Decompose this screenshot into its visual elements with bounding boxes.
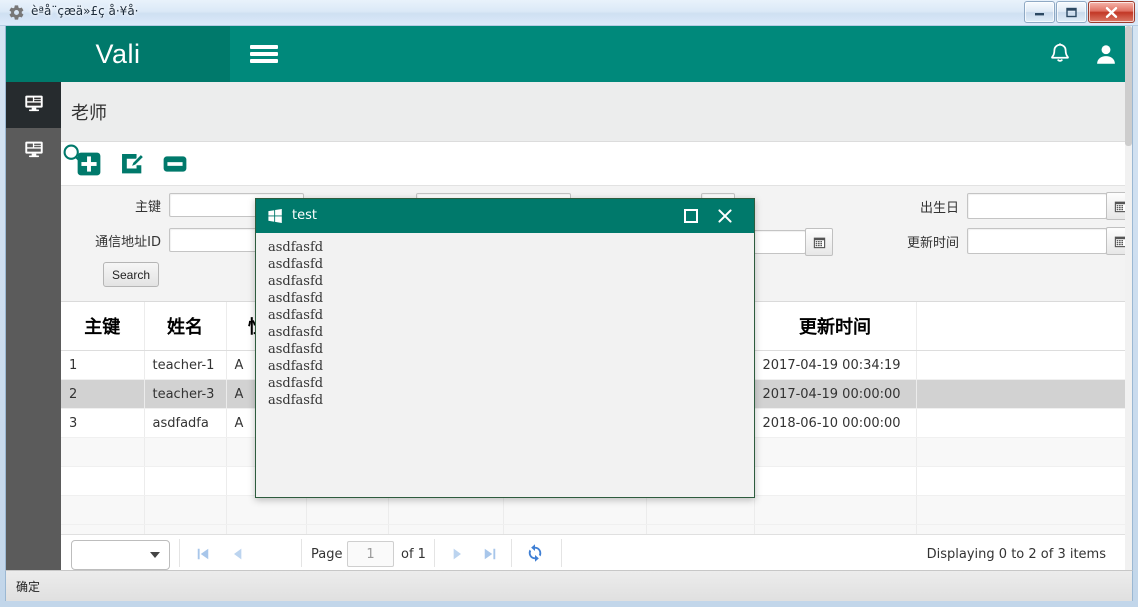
test-dialog: test asdfasfd asdfasfd asdfasfd asdfasfd… [255, 198, 755, 498]
list-item: asdfasfd [268, 325, 324, 340]
window-controls [1024, 1, 1135, 23]
field-label-0: 主键 [134, 199, 161, 215]
field-input-3[interactable] [967, 228, 1107, 254]
cell-1-8 [916, 379, 1132, 409]
add-icon[interactable] [76, 151, 102, 177]
grid-col-1[interactable]: 姓名 [144, 302, 227, 351]
last-page-icon[interactable] [479, 543, 501, 565]
gear-icon [8, 4, 25, 21]
pagination-bar: Page 1 of 1 Displaying 0 to 2 of 3 items [61, 534, 1132, 570]
cell-0-1: teacher-1 [144, 350, 227, 380]
list-item: asdfasfd [268, 240, 324, 255]
list-item: asdfasfd [268, 274, 324, 289]
hamburger-icon[interactable] [236, 26, 292, 82]
app-scrollbar[interactable] [1125, 26, 1132, 570]
page-size-select[interactable] [71, 540, 170, 570]
next-page-icon[interactable] [446, 543, 468, 565]
windows-flag-icon [267, 208, 283, 224]
table-row-empty [61, 524, 1132, 534]
list-item: asdfasfd [268, 393, 324, 408]
table-row-empty [61, 495, 1132, 525]
cell-0-7: 2017-04-19 00:34:19 [754, 350, 917, 380]
scrollbar-thumb[interactable] [1125, 26, 1132, 146]
sidebar [6, 82, 61, 570]
list-item: asdfasfd [268, 257, 324, 272]
field-row-3: 更新时间 [889, 227, 1132, 255]
brand-area: Vali [6, 26, 230, 82]
dialog-body: asdfasfd asdfasfd asdfasfd asdfasfd asdf… [256, 233, 754, 497]
sidebar-item-1[interactable] [6, 82, 61, 128]
page-title: 老师 [71, 103, 107, 124]
cell-2-8 [916, 408, 1132, 438]
grid-col-0[interactable]: 主键 [61, 302, 145, 351]
list-item: asdfasfd [268, 342, 324, 357]
action-toolbar [61, 142, 1132, 186]
app-topbar: Vali [6, 26, 1132, 82]
minimize-button[interactable] [1024, 1, 1055, 23]
dialog-maximize-button[interactable] [680, 205, 702, 227]
window-title: èªå¨çæä»£ç å·¥å· [31, 4, 139, 18]
dialog-titlebar[interactable]: test [256, 199, 754, 233]
list-item: asdfasfd [268, 376, 324, 391]
bell-icon[interactable] [1038, 26, 1082, 82]
calendar-icon-mid[interactable] [805, 228, 833, 256]
dialog-close-button[interactable] [714, 205, 736, 227]
cell-1-1: teacher-3 [144, 379, 227, 409]
sidebar-item-2[interactable] [6, 128, 61, 174]
os-window: èªå¨çæä»£ç å·¥å· Vali 老师 主键 通信地址ID 出生日 更… [0, 0, 1138, 607]
field-input-2[interactable] [967, 193, 1107, 219]
list-item: asdfasfd [268, 308, 324, 323]
page-number-input[interactable]: 1 [347, 541, 394, 567]
edit-icon[interactable] [119, 151, 145, 177]
window-titlebar: èªå¨çæä»£ç å·¥å· [0, 0, 1138, 26]
brand-logo[interactable]: Vali [6, 26, 230, 82]
page-total-label: of 1 [401, 547, 426, 562]
search-button[interactable]: Search [103, 262, 159, 287]
user-icon[interactable] [1084, 26, 1128, 82]
delete-icon[interactable] [162, 151, 188, 177]
page-label: Page [311, 547, 343, 562]
cell-2-7: 2018-06-10 00:00:00 [754, 408, 917, 438]
grid-col-7[interactable]: 更新时间 [754, 302, 917, 351]
field-row-2: 出生日 [889, 192, 1132, 220]
maximize-button[interactable] [1056, 1, 1087, 23]
grid-col-8[interactable] [916, 302, 1132, 351]
status-text: 确定 [16, 580, 41, 594]
cell-0-0: 1 [61, 350, 145, 380]
first-page-icon[interactable] [192, 543, 214, 565]
refresh-icon[interactable] [523, 541, 547, 565]
cell-2-0: 3 [61, 408, 145, 438]
display-window-icon [23, 92, 45, 119]
dialog-title: test [292, 208, 317, 223]
field-label-3: 更新时间 [906, 235, 959, 251]
close-button[interactable] [1088, 1, 1135, 23]
status-bar: 确定 [5, 570, 1133, 601]
cell-2-1: asdfadfa [144, 408, 227, 438]
cell-1-0: 2 [61, 379, 145, 409]
page-header: 老师 [61, 82, 1132, 142]
pagination-info: Displaying 0 to 2 of 3 items [926, 547, 1106, 562]
chevron-down-icon [150, 552, 160, 558]
app-content: Vali 老师 主键 通信地址ID 出生日 更新时间 Search 主键 姓名 … [5, 26, 1133, 570]
prev-page-icon[interactable] [227, 543, 249, 565]
cell-1-7: 2017-04-19 00:00:00 [754, 379, 917, 409]
list-item: asdfasfd [268, 359, 324, 374]
display-window-icon [23, 138, 45, 165]
cell-0-8 [916, 350, 1132, 380]
field-label-2: 出生日 [919, 200, 959, 216]
list-item: asdfasfd [268, 291, 324, 306]
field-label-1: 通信地址ID [95, 234, 161, 250]
